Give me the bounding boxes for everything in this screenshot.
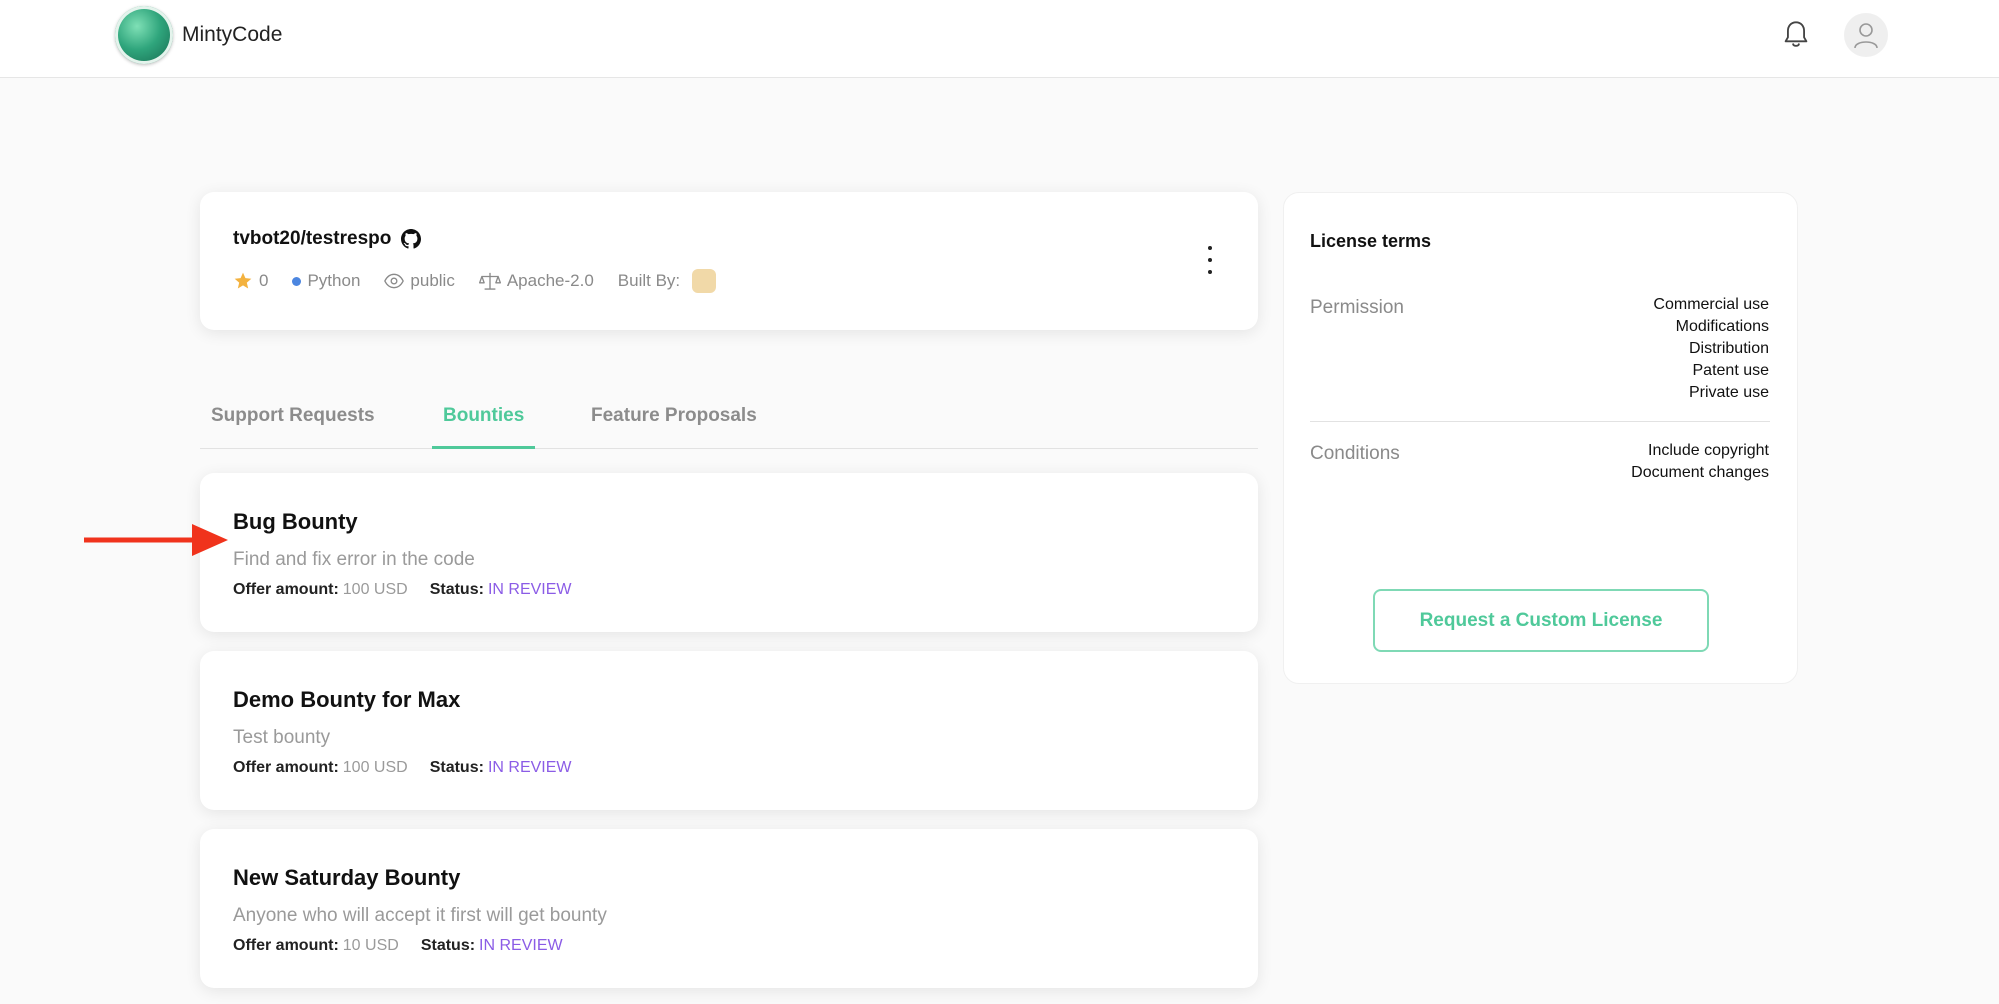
repository-meta: 0 Python public Apache-2.0 Built By: — [233, 269, 740, 293]
tab-bounties[interactable]: Bounties — [443, 405, 524, 427]
user-avatar[interactable] — [1844, 13, 1888, 57]
repository-card: tvbot20/testrespo 0 Python public Apache… — [200, 192, 1258, 330]
visibility-label: public — [410, 271, 455, 290]
tab-feature-proposals[interactable]: Feature Proposals — [591, 405, 757, 427]
license-terms-title: License terms — [1310, 231, 1432, 251]
language: Python — [292, 271, 360, 291]
license-terms-card: License terms Permission Commercial use … — [1283, 192, 1798, 684]
bounty-title: Demo Bounty for Max — [233, 687, 461, 712]
language-dot-icon — [292, 276, 302, 286]
active-tab-indicator — [432, 446, 535, 449]
condition-item: Include copyright — [1648, 442, 1769, 459]
offer-amount-value: 100 USD — [342, 759, 408, 776]
logo-icon[interactable] — [115, 6, 173, 64]
status-label: Status: — [420, 937, 476, 954]
bounty-card[interactable]: Bug Bounty Find and fix error in the cod… — [200, 473, 1258, 632]
built-by: Built By: — [617, 269, 717, 293]
language-label: Python — [307, 271, 361, 290]
offer-amount-label: Offer amount: — [233, 937, 339, 954]
arrow-annotation-icon — [84, 524, 228, 556]
license-label: Apache-2.0 — [506, 271, 594, 290]
bounty-meta: Offer amount: 10 USD Status: IN REVIEW — [233, 937, 563, 955]
conditions-list: Include copyright Document changes — [1631, 440, 1769, 484]
permission-item: Private use — [1688, 384, 1769, 401]
permission-item: Modifications — [1675, 318, 1769, 335]
brand-name[interactable]: MintyCode — [182, 23, 282, 47]
bounty-meta: Offer amount: 100 USD Status: IN REVIEW — [233, 581, 572, 599]
status-badge: IN REVIEW — [479, 937, 563, 954]
status-badge: IN REVIEW — [487, 581, 572, 598]
eye-icon — [384, 273, 405, 289]
offer-amount-value: 10 USD — [342, 937, 399, 954]
permission-item: Commercial use — [1653, 296, 1769, 313]
offer-amount-label: Offer amount: — [233, 759, 339, 776]
status-badge: IN REVIEW — [487, 759, 572, 776]
status-label: Status: — [429, 759, 484, 776]
permission-list: Commercial use Modifications Distributio… — [1653, 294, 1769, 404]
github-icon[interactable] — [401, 229, 422, 249]
scale-icon — [478, 272, 501, 290]
permission-item: Patent use — [1692, 362, 1770, 379]
top-navigation-bar: MintyCode — [0, 0, 1999, 78]
repository-name[interactable]: tvbot20/testrespo — [233, 228, 391, 250]
stars: 0 — [233, 271, 268, 291]
kebab-menu-icon[interactable] — [1204, 246, 1216, 274]
bounty-meta: Offer amount: 100 USD Status: IN REVIEW — [233, 759, 572, 777]
bounty-card[interactable]: Demo Bounty for Max Test bounty Offer am… — [200, 651, 1258, 810]
bounty-description: Test bounty — [233, 727, 331, 748]
bounty-description: Anyone who will accept it first will get… — [233, 905, 607, 926]
status-label: Status: — [429, 581, 484, 598]
offer-amount-label: Offer amount: — [233, 581, 339, 598]
user-icon — [1854, 23, 1878, 49]
bounty-card[interactable]: New Saturday Bounty Anyone who will acce… — [200, 829, 1258, 988]
bounty-title: Bug Bounty — [233, 509, 358, 534]
condition-item: Document changes — [1631, 464, 1769, 481]
offer-amount-value: 100 USD — [342, 581, 408, 598]
license: Apache-2.0 — [478, 271, 594, 291]
permission-label: Permission — [1310, 297, 1404, 318]
builder-avatar[interactable] — [692, 269, 717, 293]
permission-item: Distribution — [1688, 340, 1769, 357]
bounty-title: New Saturday Bounty — [233, 865, 461, 890]
conditions-label: Conditions — [1310, 443, 1400, 464]
built-by-label: Built By: — [617, 271, 681, 290]
request-custom-license-button[interactable]: Request a Custom License — [1373, 589, 1709, 652]
tab-bar: Support Requests Bounties Feature Propos… — [200, 395, 1258, 449]
tab-support-requests[interactable]: Support Requests — [211, 405, 375, 427]
visibility: public — [384, 271, 455, 291]
bell-icon[interactable] — [1782, 20, 1810, 50]
bounty-description: Find and fix error in the code — [233, 549, 475, 570]
star-count: 0 — [259, 271, 269, 290]
divider — [1310, 421, 1770, 422]
star-icon — [234, 272, 252, 289]
repository-title: tvbot20/testrespo — [233, 228, 422, 250]
